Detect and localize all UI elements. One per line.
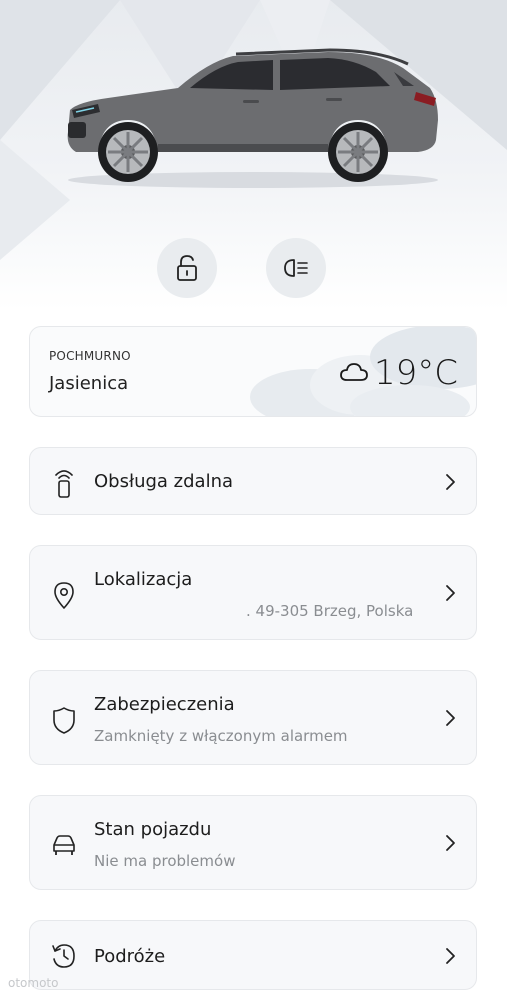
watermark: otomoto <box>8 976 59 990</box>
unlock-button[interactable] <box>157 238 217 298</box>
menu-item-security[interactable]: Zabezpieczenia Zamknięty z włączonym ala… <box>29 670 477 765</box>
location-pin-icon <box>54 582 74 609</box>
chevron-right-icon <box>446 474 455 490</box>
headlights-icon <box>284 259 308 277</box>
menu-item-trips[interactable]: Podróże <box>29 920 477 990</box>
menu-item-title: Lokalizacja <box>94 569 193 590</box>
weather-temperature: 19°C <box>373 353 458 393</box>
vehicle-image <box>67 48 439 188</box>
chevron-right-icon <box>446 948 455 964</box>
menu-item-title: Zabezpieczenia <box>94 694 235 715</box>
menu-item-title: Stan pojazdu <box>94 819 212 840</box>
remote-key-icon <box>55 470 73 498</box>
menu-item-title: Podróże <box>94 946 166 967</box>
menu-item-vehicle-status[interactable]: Stan pojazdu Nie ma problemów <box>29 795 477 890</box>
menu-item-title: Obsługa zdalna <box>94 471 234 492</box>
weather-location: Jasienica <box>49 373 129 394</box>
cloud-icon <box>340 363 368 381</box>
weather-condition: POCHMURNO <box>49 349 131 363</box>
history-icon <box>52 944 75 968</box>
unlock-icon <box>177 255 197 281</box>
car-icon <box>53 835 75 855</box>
weather-card: POCHMURNO Jasienica 19°C <box>29 326 477 417</box>
menu-item-location[interactable]: Lokalizacja . 49-305 Brzeg, Polska <box>29 545 477 640</box>
vehicle-hero <box>0 0 507 310</box>
headlights-button[interactable] <box>266 238 326 298</box>
chevron-right-icon <box>446 710 455 726</box>
menu-item-subtitle: Zamknięty z włączonym alarmem <box>94 727 348 745</box>
menu-item-subtitle: Nie ma problemów <box>94 852 236 870</box>
menu-item-subtitle: . 49-305 Brzeg, Polska <box>246 602 414 620</box>
chevron-right-icon <box>446 835 455 851</box>
shield-icon <box>53 707 75 734</box>
chevron-right-icon <box>446 585 455 601</box>
menu-item-remote[interactable]: Obsługa zdalna <box>29 447 477 515</box>
